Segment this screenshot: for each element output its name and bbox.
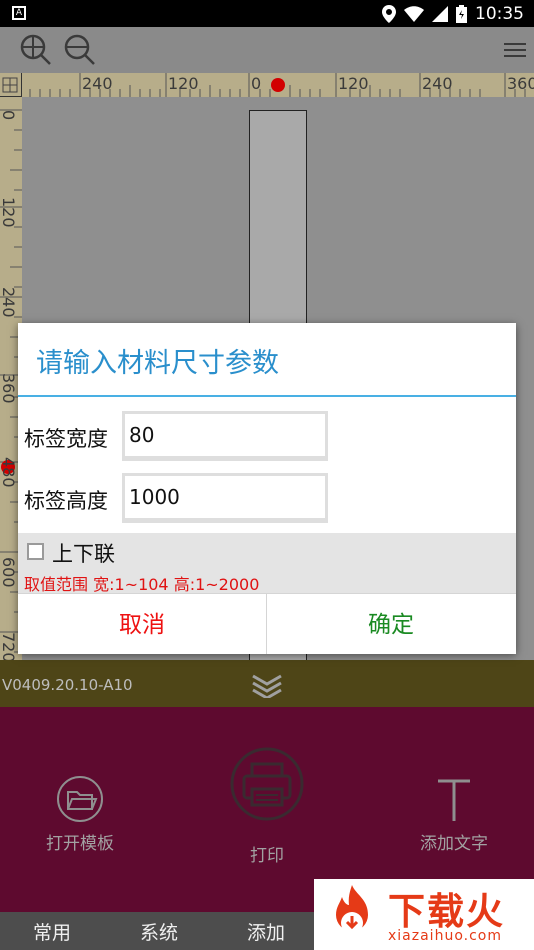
app-notification-icon: A [12,6,26,20]
text-t-icon [438,779,470,821]
tab-add[interactable]: 添加 [247,918,285,945]
width-input-frame [122,411,328,461]
ruler-ticks [29,73,526,97]
flame-logo-icon [336,885,368,934]
title-divider [18,395,516,397]
ruler-v-label: 240 [0,287,18,318]
ruler-h-label: 120 [168,74,199,93]
zoom-out-icon[interactable] [62,32,98,68]
range-hint: 取值范围 宽:1~104 高:1~2000 [24,575,260,594]
battery-icon [456,5,467,23]
ruler-h-label: 360 [507,74,534,93]
height-input-frame [122,473,328,523]
width-row: 标签宽度 [18,411,516,463]
material-size-dialog: 请输入材料尺寸参数 标签宽度 标签高度 上下联 取值范围 宽:1~104 高:1… [18,323,516,654]
dialog-buttons: 取消 确定 [18,593,516,654]
grid-icon [2,77,18,93]
wifi-icon [404,6,424,22]
zoom-in-icon[interactable] [18,32,54,68]
confirm-button[interactable]: 确定 [267,594,515,654]
status-bar: A 10:35 [0,0,534,27]
signal-icon [432,6,448,22]
ruler-h-label: 240 [422,74,453,93]
height-label: 标签高度 [24,489,108,513]
ruler-h-label: 120 [338,74,369,93]
ruler-v-label: 480 [0,457,18,488]
tab-system[interactable]: 系统 [140,918,178,945]
ruler-h-label: 240 [82,74,113,93]
printer-icon [230,747,304,821]
watermark-url: xiazaihuo.com [388,928,502,944]
height-input[interactable] [125,476,325,518]
linked-checkbox[interactable] [27,543,44,560]
height-row: 标签高度 [18,473,516,525]
ruler-v-label: 600 [0,557,18,588]
ruler-corner [0,73,22,97]
tab-common[interactable]: 常用 [33,918,71,945]
ruler-v-label: 720 [0,632,18,663]
watermark: 下载火 xiazaihuo.com [314,879,534,950]
print-label: 打印 [250,846,284,866]
folder-open-icon [57,776,103,822]
print-button[interactable]: 打印 [217,747,317,866]
add-text-button[interactable]: 添加文字 [404,775,504,854]
ruler-h-label: 0 [251,74,262,93]
watermark-title: 下载火 [388,890,505,933]
ruler-position-marker [271,78,285,92]
version-bar: V0409.20.10-A10 [0,660,534,707]
cancel-button[interactable]: 取消 [18,594,266,654]
canvas-toolbar [0,27,534,73]
version-text: V0409.20.10-A10 [2,676,133,694]
options-area: 上下联 取值范围 宽:1~104 高:1~2000 [18,533,516,594]
width-label: 标签宽度 [24,427,108,451]
ruler-v-label: 360 [0,373,18,404]
clock: 10:35 [475,4,524,24]
add-text-label: 添加文字 [420,834,488,854]
location-icon [382,5,396,23]
open-template-button[interactable]: 打开模板 [30,775,130,854]
open-template-label: 打开模板 [46,834,114,854]
collapse-chevron-icon[interactable] [250,668,284,698]
horizontal-ruler: 240 120 0 120 240 360 [0,73,534,97]
linked-checkbox-label[interactable]: 上下联 [52,538,115,568]
ruler-v-label: 120 [0,197,18,228]
dialog-title: 请输入材料尺寸参数 [36,348,279,379]
ruler-v-label: 0 [0,110,18,121]
menu-icon[interactable] [504,41,526,59]
app-icon-letter: A [15,8,23,18]
width-input[interactable] [125,414,325,456]
